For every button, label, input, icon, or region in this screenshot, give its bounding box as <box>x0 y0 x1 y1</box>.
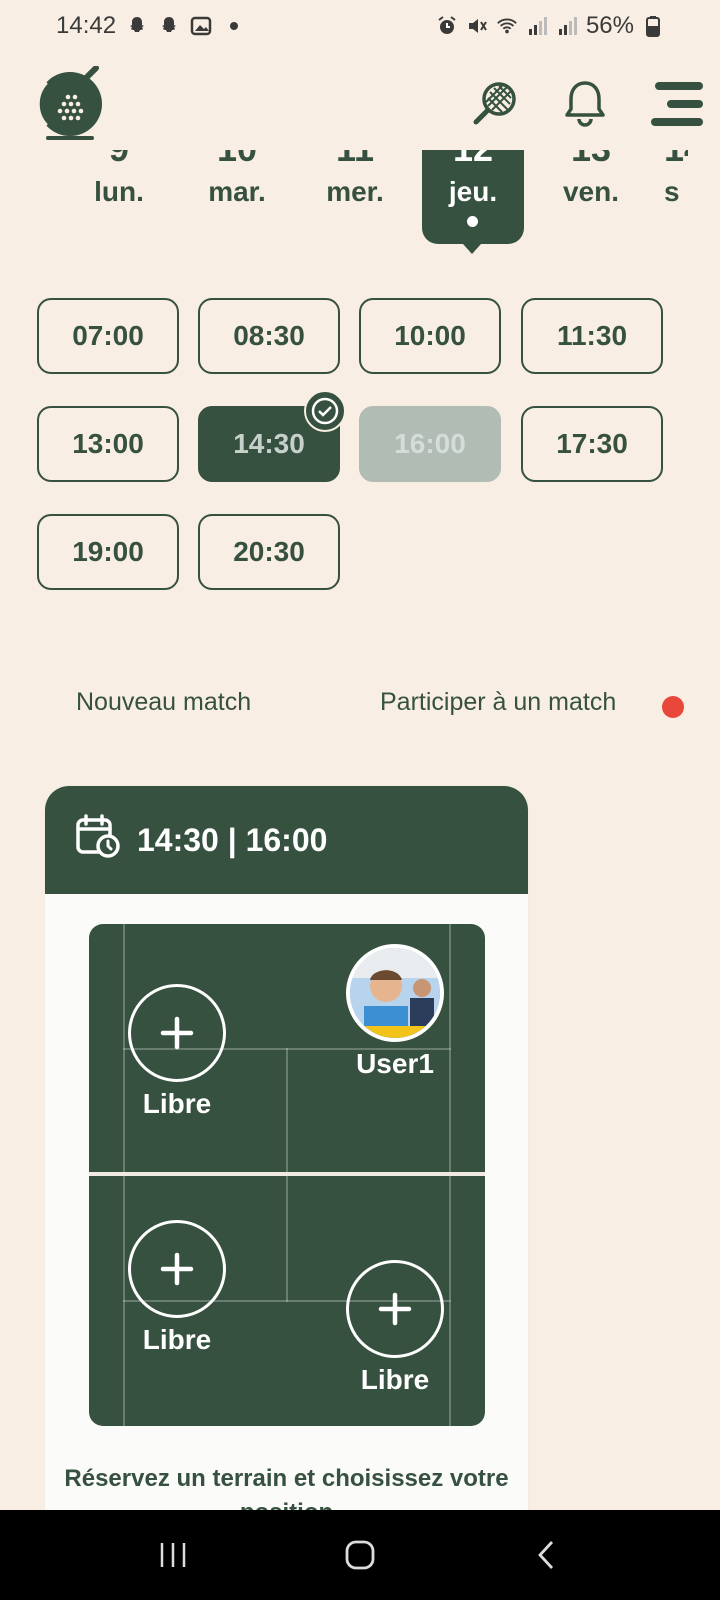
tab-new-match[interactable]: Nouveau match <box>76 688 251 717</box>
battery-icon <box>642 15 664 37</box>
snapchat-icon <box>158 15 180 37</box>
day-item-lun[interactable]: 9 lun. <box>68 150 170 242</box>
status-time: 14:42 <box>56 12 117 39</box>
day-label: ven. <box>562 176 620 207</box>
home-icon[interactable] <box>330 1530 390 1580</box>
day-label: mar. <box>208 176 266 207</box>
day-label: mer. <box>326 176 384 207</box>
match-card: 14:30 | 16:00 Libre User1 Libre Libre Ré… <box>45 786 528 1526</box>
signal-icon <box>526 15 548 37</box>
match-tabs: Nouveau match Participer à un match <box>0 688 720 732</box>
time-slot[interactable]: 13:00 <box>37 406 179 482</box>
alarm-icon <box>436 15 458 37</box>
day-label: s <box>664 176 680 207</box>
padel-court: Libre User1 Libre Libre <box>89 924 485 1426</box>
day-item-mar[interactable]: 10 mar. <box>186 150 288 242</box>
day-item-jeu[interactable]: 12 jeu. <box>422 150 524 244</box>
time-slot[interactable]: 11:30 <box>521 298 663 374</box>
court-net <box>89 1172 485 1176</box>
time-slot-selected[interactable]: 14:30 <box>198 390 346 482</box>
recent-apps-icon[interactable] <box>143 1530 203 1580</box>
day-number: 14 <box>658 150 688 170</box>
time-slot-label: 14:30 <box>233 428 305 459</box>
day-item-mer[interactable]: 11 mer. <box>304 150 406 242</box>
plus-icon[interactable] <box>128 984 226 1082</box>
day-number: 9 <box>68 150 170 170</box>
day-label: lun. <box>94 176 144 207</box>
day-item-sam[interactable]: 14 s <box>658 150 688 242</box>
player-label: Libre <box>360 1364 430 1395</box>
selected-day-dot <box>467 216 478 227</box>
wifi-icon <box>496 15 518 37</box>
time-slot[interactable]: 17:30 <box>521 406 663 482</box>
match-time-range: 14:30 | 16:00 <box>137 821 328 858</box>
calendar-clock-icon <box>75 813 121 867</box>
time-slot[interactable]: 20:30 <box>198 514 340 590</box>
day-number: 12 <box>422 150 524 170</box>
player-label: User1 <box>356 1048 434 1079</box>
notification-dot <box>662 696 684 718</box>
tab-join-match[interactable]: Participer à un match <box>380 688 616 717</box>
mute-icon <box>466 15 488 37</box>
signal-icon <box>556 15 578 37</box>
plus-icon[interactable] <box>128 1220 226 1318</box>
app-header <box>0 65 720 146</box>
back-icon[interactable] <box>517 1530 577 1580</box>
padel-racket-icon[interactable] <box>466 76 522 132</box>
status-bar: 14:42 56% <box>0 0 720 52</box>
app-logo[interactable] <box>34 65 108 142</box>
day-item-ven[interactable]: 13 ven. <box>540 150 642 242</box>
time-slot[interactable]: 08:30 <box>198 298 340 374</box>
player-slot-free[interactable]: Libre <box>345 1260 445 1396</box>
time-slot[interactable]: 19:00 <box>37 514 179 590</box>
day-selector: 9 lun. 10 mar. 11 mer. 12 jeu. 13 ven. 1… <box>0 150 720 250</box>
day-number: 11 <box>304 150 406 170</box>
day-number: 10 <box>186 150 288 170</box>
player-label: Libre <box>142 1324 212 1355</box>
battery-percent: 56% <box>585 12 634 39</box>
time-slot[interactable]: 07:00 <box>37 298 179 374</box>
time-slot-disabled: 16:00 <box>359 406 501 482</box>
snapchat-icon <box>126 15 148 37</box>
gallery-icon <box>190 15 212 37</box>
selected-day-pointer <box>463 244 481 254</box>
check-icon <box>304 390 346 432</box>
day-number: 13 <box>540 150 642 170</box>
match-card-header: 14:30 | 16:00 <box>45 786 528 894</box>
more-notifications-dot <box>230 22 239 30</box>
player-slot-free[interactable]: Libre <box>127 984 227 1120</box>
player-slot-free[interactable]: Libre <box>127 1220 227 1356</box>
time-slot[interactable]: 10:00 <box>359 298 501 374</box>
bell-icon[interactable] <box>557 76 613 132</box>
player-label: Libre <box>142 1088 212 1119</box>
player-slot-user[interactable]: User1 <box>345 944 445 1080</box>
menu-icon[interactable] <box>647 76 707 132</box>
avatar <box>346 944 444 1042</box>
day-label: jeu. <box>448 176 498 207</box>
plus-icon[interactable] <box>346 1260 444 1358</box>
system-nav-bar <box>0 1510 720 1600</box>
